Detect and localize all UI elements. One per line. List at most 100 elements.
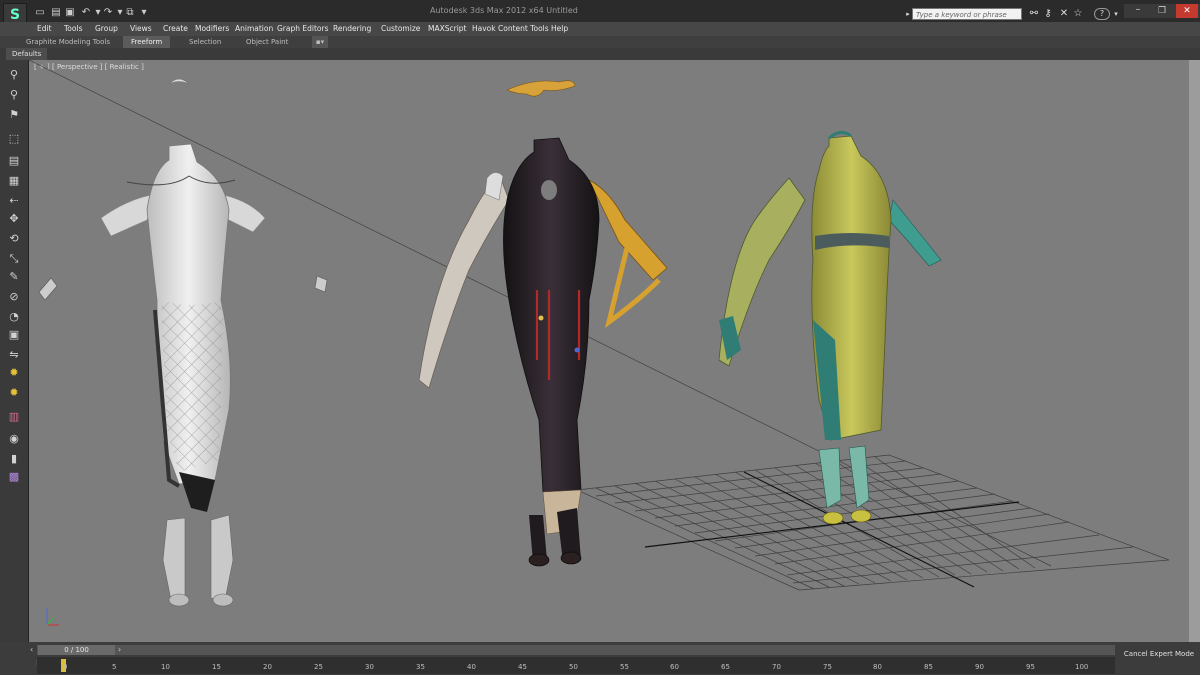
menu-rendering[interactable]: Rendering [333,22,371,36]
menu-tools[interactable]: Tools [64,22,82,36]
quick-access-menu-icon[interactable]: ▾ [138,7,150,18]
green-cheongsam-model [718,131,942,525]
tab-graphite-modeling-tools[interactable]: Graphite Modeling Tools [26,36,110,48]
next-frame-icon[interactable]: › [118,645,121,654]
tick-label: 25 [314,663,323,671]
select-manipulate-icon[interactable]: ✎ [6,270,22,284]
viewport-scrollbar[interactable] [1189,60,1200,642]
minimize-icon[interactable]: – [1128,4,1148,18]
key-icon[interactable]: ⚷ [1042,8,1054,20]
tick-label: 35 [416,663,425,671]
bind-space-warp-icon[interactable]: ⚑ [6,108,22,122]
tick-label: 60 [670,663,679,671]
gold-hairpin [506,80,576,97]
layer-manager-icon[interactable]: ✹ [6,386,22,400]
menu-havok-content-tools[interactable]: Havok Content Tools [472,22,549,36]
tab-freeform[interactable]: Freeform [123,36,171,48]
favorites-star-icon[interactable]: ☆ [1072,8,1084,20]
project-folder-icon[interactable]: ⧉ [124,7,136,18]
rendered-frame-icon[interactable]: ▩ [6,470,22,484]
tab-selection[interactable]: Selection [189,36,221,48]
menu-modifiers[interactable]: Modifiers [195,22,229,36]
select-by-name-icon[interactable]: ▤ [6,154,22,168]
tick-label: 30 [365,663,374,671]
tick-label: 75 [823,663,832,671]
restore-icon[interactable]: ❐ [1152,4,1172,18]
previous-frame-icon[interactable]: ‹ [30,645,33,654]
align-icon[interactable]: ✹ [6,366,22,380]
title-bar: S ▭ ▤ ▣ ↶ ▾ ↷ ▾ ⧉ ▾ Autodesk 3ds Max 201… [0,0,1200,29]
tick-label: 15 [212,663,221,671]
menu-create[interactable]: Create [163,22,188,36]
help-icon[interactable]: ? [1094,8,1110,20]
selection-region-icon[interactable]: ▦ [6,174,22,188]
axis-gizmo-icon [46,608,59,626]
tick-label: 50 [569,663,578,671]
white-hairpiece [168,78,190,85]
ribbon-tab-bar: Graphite Modeling Tools Freeform Selecti… [0,36,1200,48]
tick-label: 100 [1075,663,1089,671]
tick-label: 5 [112,663,117,671]
ribbon-panel-bar: Defaults [0,48,1200,60]
move-icon[interactable]: ✥ [6,212,22,226]
menu-edit[interactable]: Edit [37,22,52,36]
undo-icon[interactable]: ↶ [80,7,92,18]
angle-snap-icon[interactable]: ◔ [6,310,22,324]
tick-label: 80 [873,663,882,671]
white-cheongsam-model [38,143,328,607]
tick-label: 90 [975,663,984,671]
black-cheongsam-model [418,137,668,567]
rotate-icon[interactable]: ⟲ [6,232,22,246]
close-window-icon[interactable]: ✕ [1176,4,1198,18]
tick-label: 20 [263,663,272,671]
menu-views[interactable]: Views [130,22,152,36]
unlink-icon[interactable]: ⚲ [6,88,22,102]
menu-bar: Edit Tools Group Views Create Modifiers … [0,22,1200,36]
tick-label: 0 [63,663,68,671]
select-object-icon[interactable]: ⬚ [6,132,22,146]
tick-label: 85 [924,663,933,671]
window-crossing-icon[interactable]: ⇠ [6,194,22,208]
defaults-button[interactable]: Defaults [6,48,48,60]
mirror-icon[interactable]: ⇋ [6,348,22,362]
time-slider[interactable]: 0 / 100 [38,645,115,655]
ribbon-toggle-icon[interactable]: ▪▾ [312,36,328,48]
select-link-icon[interactable]: ⚲ [6,68,22,82]
tick-label: 10 [161,663,170,671]
menu-customize[interactable]: Customize [381,22,420,36]
viewport-scene [29,60,1170,626]
time-slider-track[interactable] [37,645,1115,655]
menu-group[interactable]: Group [95,22,118,36]
perspective-viewport[interactable]: [ + ] [ Perspective ] [ Realistic ] [29,60,1189,642]
redo-icon[interactable]: ↷ [102,7,114,18]
binoculars-icon[interactable]: ⚯ [1028,8,1040,20]
communication-center-icon[interactable]: ✕ [1058,8,1070,20]
cancel-expert-mode-button[interactable]: Cancel Expert Mode [1118,650,1200,658]
menu-graph-editors[interactable]: Graph Editors [277,22,329,36]
search-input[interactable]: Type a keyword or phrase [912,8,1022,20]
help-dropdown-icon[interactable]: ▾ [1110,8,1122,20]
open-folder-icon[interactable]: ▤ [50,7,62,18]
snaps-toggle-icon[interactable]: ⊘ [6,290,22,304]
menu-animation[interactable]: Animation [235,22,273,36]
tick-label: 95 [1026,663,1035,671]
menu-maxscript[interactable]: MAXScript [428,22,467,36]
material-editor-icon[interactable]: ◉ [6,432,22,446]
tick-label: 40 [467,663,476,671]
tick-label: 55 [620,663,629,671]
graphite-toggle-icon[interactable]: ▥ [6,410,22,424]
save-icon[interactable]: ▣ [64,7,76,18]
scale-icon[interactable]: ⤡ [6,252,22,266]
menu-help[interactable]: Help [551,22,568,36]
window-title: Autodesk 3ds Max 2012 x64 Untitled [430,6,578,15]
window-controls: – ❐ ✕ [1124,4,1200,18]
new-file-icon[interactable]: ▭ [34,7,46,18]
render-setup-icon[interactable]: ▮ [6,452,22,466]
tick-label: 65 [721,663,730,671]
left-toolbar: ⚲ ⚲ ⚑ ⬚ ▤ ▦ ⇠ ✥ ⟲ ⤡ ✎ ⊘ ◔ ▣ ⇋ ✹ ✹ ▥ ◉ ▮ … [0,60,29,642]
tick-label: 70 [772,663,781,671]
named-selection-sets-icon[interactable]: ▣ [6,328,22,342]
tick-label: 45 [518,663,527,671]
tab-object-paint[interactable]: Object Paint [246,36,288,48]
timeline-bar: ‹ 0 / 100 › ▤ 0 5 10 15 20 25 30 35 40 4… [0,642,1200,675]
